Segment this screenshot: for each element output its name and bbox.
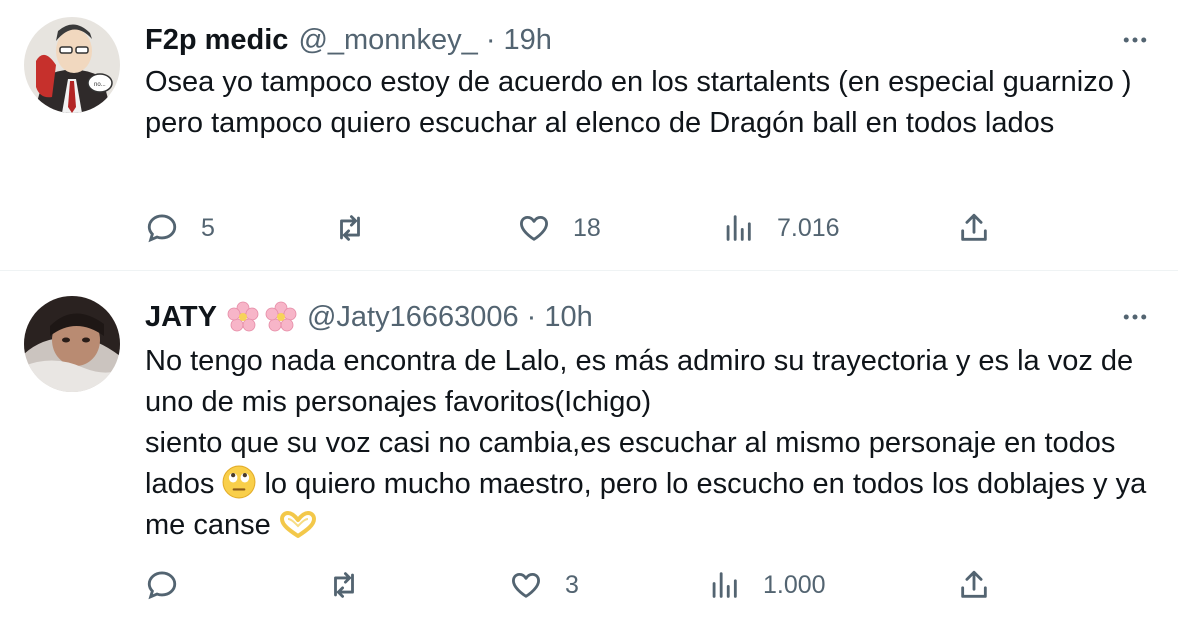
analytics-icon xyxy=(712,572,737,598)
avatar-image: no... xyxy=(24,17,120,113)
reply-count: 5 xyxy=(201,213,215,242)
tweet-text-line: Osea yo tampoco estoy de acuerdo en los … xyxy=(145,66,1132,139)
avatar[interactable]: no... xyxy=(24,17,120,113)
face-with-rolling-eyes-icon xyxy=(222,465,256,499)
like-count: 18 xyxy=(573,213,601,242)
more-horizontal-icon xyxy=(1123,314,1147,320)
heart-icon xyxy=(520,215,548,241)
tweet-text-line: No tengo nada encontra de Lalo, es más a… xyxy=(145,345,1134,418)
share-button[interactable] xyxy=(957,208,991,248)
views-button[interactable]: 1.000 xyxy=(707,565,826,605)
reply-button[interactable]: 5 xyxy=(145,208,215,248)
retweet-icon xyxy=(340,215,360,241)
action-bar: 3 1.000 xyxy=(145,565,1005,605)
avatar[interactable] xyxy=(24,296,120,392)
tweet-header: F2p medic @_monnkey_ · 19h xyxy=(145,20,552,60)
timestamp[interactable]: 19h xyxy=(503,24,551,57)
reply-icon xyxy=(147,214,177,243)
analytics-icon xyxy=(726,215,751,241)
more-options-button[interactable] xyxy=(1118,23,1152,57)
cherry-blossom-icon xyxy=(227,301,259,332)
like-count: 3 xyxy=(565,570,579,599)
timestamp[interactable]: 10h xyxy=(544,301,592,334)
like-button[interactable]: 18 xyxy=(517,208,601,248)
cherry-blossom-icon xyxy=(265,301,297,332)
share-icon xyxy=(961,570,987,598)
separator-dot: · xyxy=(526,300,537,333)
tweet-text: Osea yo tampoco estoy de acuerdo en los … xyxy=(145,62,1155,144)
tweet-header: JATY @Jaty16663006 · 10h xyxy=(145,297,593,337)
more-horizontal-icon xyxy=(1123,37,1147,43)
username-handle[interactable]: @Jaty16663006 xyxy=(307,301,519,334)
retweet-button[interactable] xyxy=(327,565,383,605)
tweet-1[interactable]: no... F2p medic @_monnkey_ · 19h Osea yo… xyxy=(0,0,1178,270)
retweet-icon xyxy=(334,572,354,598)
views-count: 1.000 xyxy=(763,570,826,599)
separator-dot: · xyxy=(485,23,496,56)
heart-icon xyxy=(512,572,540,598)
svg-text:no...: no... xyxy=(94,82,106,88)
username-handle[interactable]: @_monnkey_ xyxy=(298,24,477,57)
display-name[interactable]: JATY xyxy=(145,301,217,334)
reply-button[interactable] xyxy=(145,565,201,605)
views-count: 7.016 xyxy=(777,213,840,242)
share-icon xyxy=(961,213,987,241)
avatar-image xyxy=(24,296,120,392)
views-button[interactable]: 7.016 xyxy=(721,208,840,248)
reply-icon xyxy=(147,571,177,600)
tweet-text: No tengo nada encontra de Lalo, es más a… xyxy=(145,341,1155,546)
more-options-button[interactable] xyxy=(1118,300,1152,334)
heart-hands-icon xyxy=(279,511,316,538)
tweet-text-line: siento que su voz casi no cambia,es escu… xyxy=(145,423,1155,546)
tweet-2[interactable]: JATY @Jaty16663006 · 10h No tengo nada e… xyxy=(0,271,1178,628)
action-bar: 5 18 7.016 xyxy=(145,208,1005,248)
retweet-button[interactable] xyxy=(333,208,389,248)
share-button[interactable] xyxy=(957,565,991,605)
display-name[interactable]: F2p medic xyxy=(145,24,288,57)
like-button[interactable]: 3 xyxy=(509,565,579,605)
